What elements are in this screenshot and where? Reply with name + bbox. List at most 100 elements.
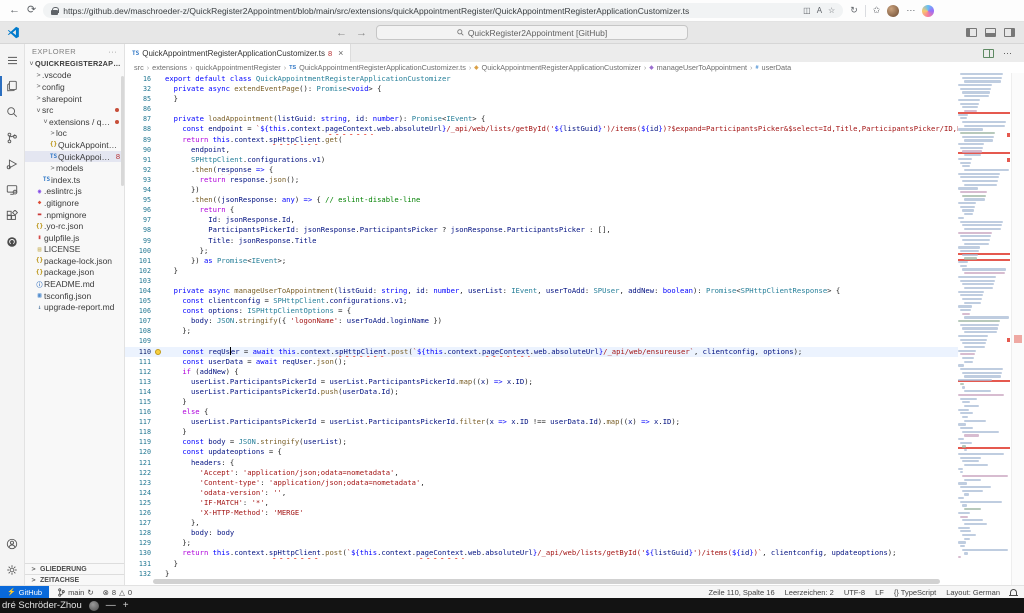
- code-line-121[interactable]: 121 headers: {: [125, 458, 958, 468]
- code-line-91[interactable]: 91 SPHttpClient.configurations.v1): [125, 155, 958, 165]
- tree-item-package-lock-json[interactable]: {}package-lock.json: [25, 255, 124, 267]
- code-editor[interactable]: 16export default class QuickAppointmentR…: [125, 73, 1024, 585]
- tab-active[interactable]: TS QuickAppointmentRegisterApplicationCu…: [125, 44, 351, 62]
- new-tab-button[interactable]: +: [123, 600, 129, 611]
- tree-item-models[interactable]: >models: [25, 162, 124, 174]
- tree-item-quickregister2appointme[interactable]: vQUICKREGISTER2APPOINTME...: [25, 58, 124, 70]
- browser-refresh-button[interactable]: ⟳: [27, 5, 36, 16]
- editor-forward-icon[interactable]: →: [356, 27, 367, 39]
- toggle-sidebar-icon[interactable]: [966, 28, 977, 37]
- code-line-118[interactable]: 118 }: [125, 427, 958, 437]
- breadcrumb-item[interactable]: extensions: [152, 63, 187, 72]
- tree-item-npmignore[interactable]: ▬.npmignore: [25, 209, 124, 221]
- search-icon[interactable]: [0, 99, 25, 125]
- code-line-96[interactable]: 96 return {: [125, 205, 958, 215]
- code-line-85[interactable]: 85 }: [125, 94, 958, 104]
- code-line-111[interactable]: 111 const userData = await reqUser.json(…: [125, 357, 958, 367]
- status-leerzeichen-2[interactable]: Leerzeichen: 2: [785, 588, 834, 597]
- tree-item-extensions-quick[interactable]: vextensions / quick...: [25, 116, 124, 128]
- code-line-105[interactable]: 105 const clientconfig = SPHttpClient.co…: [125, 296, 958, 306]
- code-line-87[interactable]: 87 private loadAppointment(listGuid: str…: [125, 114, 958, 124]
- browser-profile-avatar[interactable]: [887, 5, 899, 17]
- code-line-101[interactable]: 101 }) as Promise<IEvent>;: [125, 256, 958, 266]
- read-aloud-icon[interactable]: A: [817, 6, 822, 15]
- tree-item-quickappointmentre[interactable]: {}QuickAppointmentRe...: [25, 139, 124, 151]
- code-line-97[interactable]: 97 Id: jsonResponse.Id,: [125, 215, 958, 225]
- breadcrumb-item[interactable]: QuickAppointmentRegisterApplicationCusto…: [299, 63, 466, 72]
- minimap[interactable]: [958, 73, 1010, 585]
- status-lf[interactable]: LF: [875, 588, 884, 597]
- browser-overflow-icon[interactable]: ⋯: [906, 5, 915, 16]
- branch-indicator[interactable]: main ↻: [58, 588, 94, 597]
- address-bar[interactable]: https://github.dev/maschroeder-z/QuickRe…: [43, 3, 843, 18]
- code-line-124[interactable]: 124 'odata-version': '',: [125, 488, 958, 498]
- status-layout-german[interactable]: Layout: German: [946, 588, 1000, 597]
- tab-close-icon[interactable]: ×: [338, 48, 343, 58]
- vertical-scrollbar[interactable]: [1011, 73, 1024, 585]
- remote-indicator[interactable]: ⚡ GitHub: [0, 586, 49, 598]
- tree-item-eslintrc-js[interactable]: ◉.eslintrc.js: [25, 186, 124, 198]
- account-icon[interactable]: [0, 531, 25, 557]
- tree-item-readme-md[interactable]: ⓘREADME.md: [25, 278, 124, 290]
- code-line-114[interactable]: 114 userList.ParticipantsPickerId.push(u…: [125, 387, 958, 397]
- github-icon[interactable]: [0, 229, 25, 255]
- status-utf-8[interactable]: UTF-8: [844, 588, 865, 597]
- favorites-bar-icon[interactable]: ✩: [873, 5, 881, 16]
- tree-item-loc[interactable]: >loc: [25, 128, 124, 140]
- tree-item-sharepoint[interactable]: >sharepoint: [25, 93, 124, 105]
- code-line-130[interactable]: 130 return this.context.spHttpClient.pos…: [125, 548, 958, 558]
- code-line-120[interactable]: 120 const updateoptions = {: [125, 447, 958, 457]
- code-line-92[interactable]: 92 .then(response => {: [125, 165, 958, 175]
- horizontal-scrollbar[interactable]: [153, 579, 940, 584]
- code-line-99[interactable]: 99 Title: jsonResponse.Title: [125, 236, 958, 246]
- code-line-128[interactable]: 128 body: body: [125, 528, 958, 538]
- breadcrumb-item[interactable]: src: [134, 63, 144, 72]
- split-screen-icon[interactable]: ◫: [803, 6, 811, 15]
- code-line-32[interactable]: 32 private async extendEventPage(): Prom…: [125, 84, 958, 94]
- editor-more-actions-icon[interactable]: ⋯: [1003, 48, 1012, 59]
- tree-item-vscode[interactable]: >.vscode: [25, 70, 124, 82]
- code-line-112[interactable]: 112 if (addNew) {: [125, 367, 958, 377]
- code-lines[interactable]: 16export default class QuickAppointmentR…: [125, 74, 958, 585]
- tree-item-package-json[interactable]: {}package.json: [25, 267, 124, 279]
- remote-explorer-icon[interactable]: [0, 177, 25, 203]
- code-line-88[interactable]: 88 const endpoint = `${this.context.page…: [125, 124, 958, 134]
- code-line-116[interactable]: 116 else {: [125, 407, 958, 417]
- code-line-107[interactable]: 107 body: JSON.stringify({ 'logonName': …: [125, 316, 958, 326]
- browser-back-button[interactable]: ←: [9, 5, 20, 16]
- source-control-icon[interactable]: [0, 125, 25, 151]
- toggle-secondary-sidebar-icon[interactable]: [1004, 28, 1015, 37]
- tree-item-yo-rc-json[interactable]: {}.yo-rc.json: [25, 220, 124, 232]
- code-line-102[interactable]: 102 }: [125, 266, 958, 276]
- tree-item-index-ts[interactable]: TSindex.ts: [25, 174, 124, 186]
- sidebar-scrollbar[interactable]: [121, 76, 124, 186]
- status-zeile-110-spalte-16[interactable]: Zeile 110, Spalte 16: [708, 588, 774, 597]
- breadcrumb-item[interactable]: QuickAppointmentRegisterApplicationCusto…: [482, 63, 641, 72]
- tree-item-upgrade-report-md[interactable]: ↓upgrade-report.md: [25, 301, 124, 313]
- code-line-113[interactable]: 113 userList.ParticipantsPickerId = user…: [125, 377, 958, 387]
- panel-zeitachse[interactable]: >ZEITACHSE: [25, 574, 124, 585]
- code-line-95[interactable]: 95 .then((jsonResponse: any) => { // esl…: [125, 195, 958, 205]
- tree-item-license[interactable]: ▤LICENSE: [25, 244, 124, 256]
- panel-gliederung[interactable]: >GLIEDERUNG: [25, 563, 124, 574]
- status-typescript[interactable]: {} TypeScript: [894, 588, 936, 597]
- settings-gear-icon[interactable]: [0, 557, 25, 583]
- split-editor-icon[interactable]: [983, 49, 994, 58]
- browser-essentials-icon[interactable]: ↻: [850, 5, 858, 16]
- code-line-104[interactable]: 104 private async manageUserToAppointmen…: [125, 286, 958, 296]
- code-line-119[interactable]: 119 const body = JSON.stringify(userList…: [125, 437, 958, 447]
- code-line-106[interactable]: 106 const options: ISPHttpClientOptions …: [125, 306, 958, 316]
- menu-icon[interactable]: [0, 47, 25, 73]
- code-line-122[interactable]: 122 'Accept': 'application/json;odata=no…: [125, 468, 958, 478]
- code-line-129[interactable]: 129 };: [125, 538, 958, 548]
- code-line-110[interactable]: 110 const reqUser = await this.context.s…: [125, 347, 958, 357]
- code-line-90[interactable]: 90 endpoint,: [125, 145, 958, 155]
- code-line-127[interactable]: 127 },: [125, 518, 958, 528]
- tree-item-config[interactable]: >config: [25, 81, 124, 93]
- breadcrumb-item[interactable]: quickAppointmentRegister: [196, 63, 281, 72]
- code-line-126[interactable]: 126 'X-HTTP-Method': 'MERGE': [125, 508, 958, 518]
- copilot-icon[interactable]: [922, 5, 934, 17]
- code-line-94[interactable]: 94 }): [125, 185, 958, 195]
- code-line-98[interactable]: 98 ParticipantsPickerId: jsonResponse.Pa…: [125, 225, 958, 235]
- code-line-115[interactable]: 115 }: [125, 397, 958, 407]
